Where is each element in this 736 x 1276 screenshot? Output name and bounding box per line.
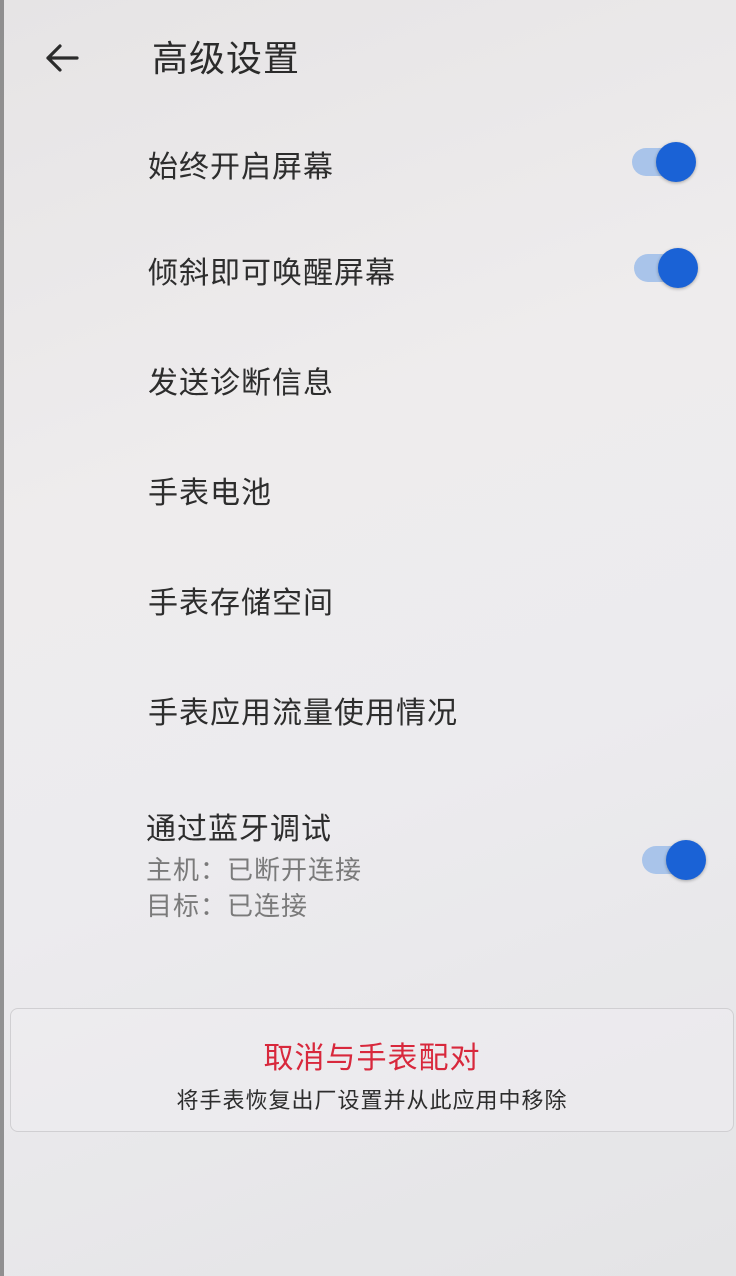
arrow-left-icon	[46, 44, 79, 72]
setting-watch-storage[interactable]: 手表存储空间	[0, 564, 736, 634]
setting-send-diagnostics[interactable]: 发送诊断信息	[0, 344, 736, 414]
unpair-watch-button[interactable]: 取消与手表配对 将手表恢复出厂设置并从此应用中移除	[10, 1008, 734, 1132]
tilt-to-wake-toggle[interactable]	[634, 246, 700, 290]
setting-watch-battery[interactable]: 手表电池	[0, 454, 736, 524]
unpair-description: 将手表恢复出厂设置并从此应用中移除	[176, 1089, 568, 1114]
target-status: 目标：已连接	[146, 892, 309, 922]
setting-always-on-screen[interactable]: 始终开启屏幕	[0, 128, 736, 198]
always-on-screen-toggle[interactable]	[632, 140, 698, 184]
page-title: 高级设置	[152, 39, 301, 80]
setting-label: 通过蓝牙调试	[146, 812, 332, 847]
unpair-title: 取消与手表配对	[263, 1041, 481, 1076]
back-button[interactable]	[36, 36, 88, 80]
toggle-thumb	[656, 142, 696, 182]
setting-label: 手表电池	[148, 476, 272, 511]
bluetooth-debugging-toggle[interactable]	[642, 838, 708, 882]
setting-label: 手表应用流量使用情况	[148, 696, 458, 731]
setting-label: 手表存储空间	[148, 586, 334, 621]
setting-bluetooth-debugging[interactable]: 通过蓝牙调试 主机：已断开连接 目标：已连接	[0, 790, 736, 930]
toggle-thumb	[666, 840, 706, 880]
setting-tilt-to-wake[interactable]: 倾斜即可唤醒屏幕	[0, 234, 736, 304]
setting-label: 始终开启屏幕	[148, 150, 334, 185]
toggle-thumb	[658, 248, 698, 288]
host-status: 主机：已断开连接	[146, 856, 363, 886]
setting-label: 发送诊断信息	[148, 366, 334, 401]
setting-label: 倾斜即可唤醒屏幕	[148, 256, 396, 291]
setting-watch-app-data-usage[interactable]: 手表应用流量使用情况	[0, 674, 736, 744]
